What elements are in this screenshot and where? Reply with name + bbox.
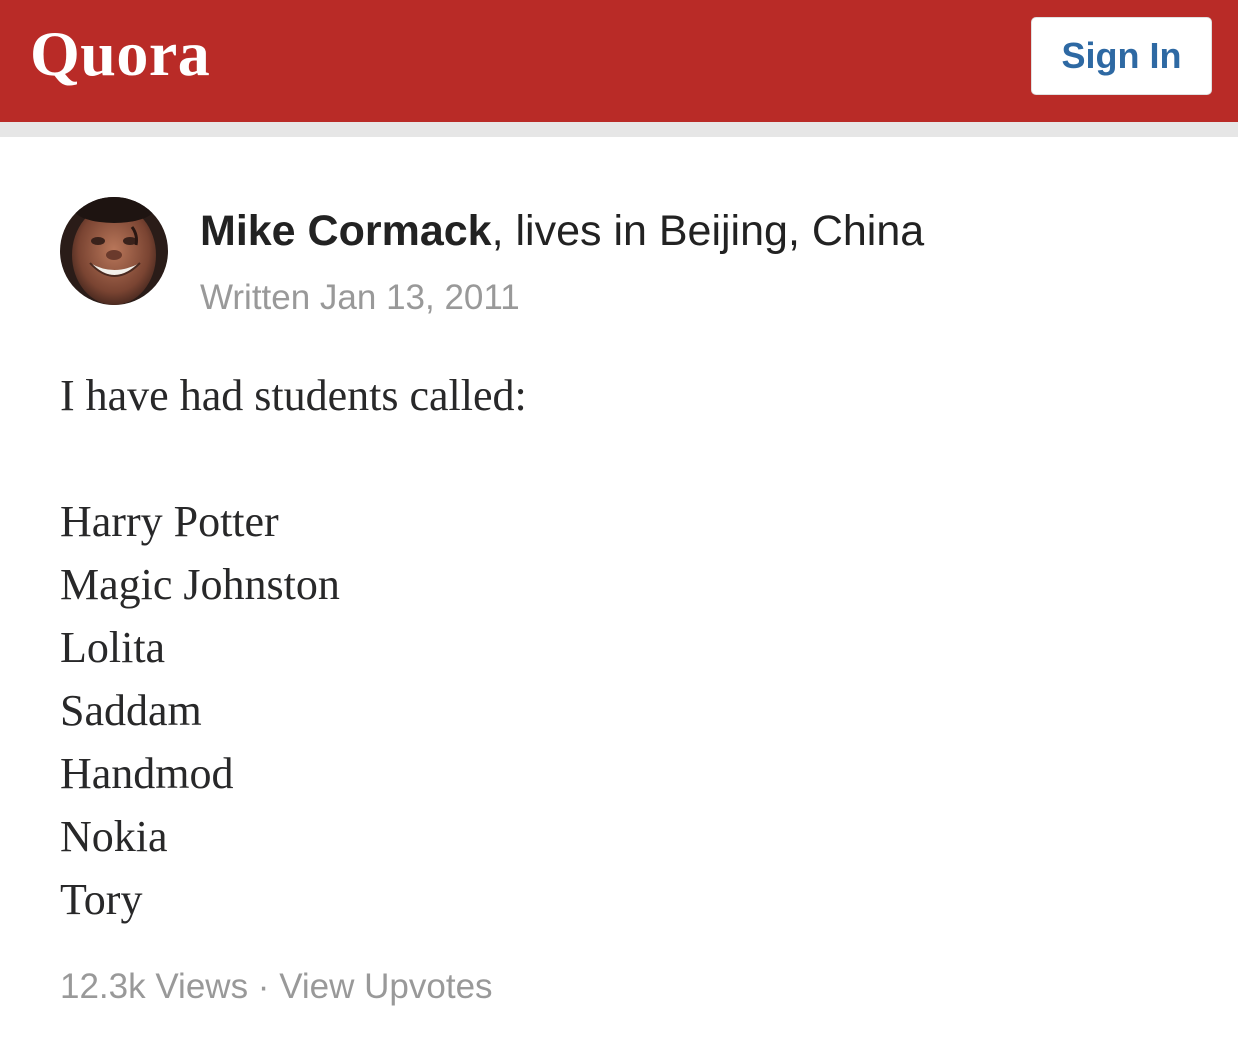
list-item: Tory	[60, 875, 143, 924]
list-item: Handmod	[60, 749, 234, 798]
quora-logo[interactable]: Quora	[30, 14, 210, 94]
author-line: Mike Cormack, lives in Beijing, China	[200, 203, 924, 259]
author-credential: , lives in Beijing, China	[491, 207, 925, 255]
student-names-list: Harry Potter Magic Johnston Lolita Sadda…	[60, 494, 340, 935]
list-item: Saddam	[60, 686, 202, 735]
author-name[interactable]: Mike Cormack	[200, 207, 492, 255]
answer-footer: 12.3k Views · View Upvotes	[60, 964, 493, 1010]
sign-in-button[interactable]: Sign In	[1031, 17, 1212, 95]
header-divider	[0, 122, 1238, 137]
list-item: Magic Johnston	[60, 560, 340, 609]
view-upvotes-link[interactable]: View Upvotes	[279, 967, 492, 1006]
written-date[interactable]: Written Jan 13, 2011	[200, 275, 520, 321]
author-avatar[interactable]	[60, 197, 168, 305]
list-item: Lolita	[60, 623, 166, 672]
footer-separator: ·	[248, 967, 280, 1006]
top-bar: Quora Sign In	[0, 0, 1238, 122]
avatar-photo-icon	[60, 197, 168, 305]
list-item: Nokia	[60, 812, 168, 861]
list-item: Harry Potter	[60, 497, 279, 546]
views-count: 12.3k Views	[60, 967, 249, 1006]
answer-intro: I have had students called:	[60, 371, 527, 420]
